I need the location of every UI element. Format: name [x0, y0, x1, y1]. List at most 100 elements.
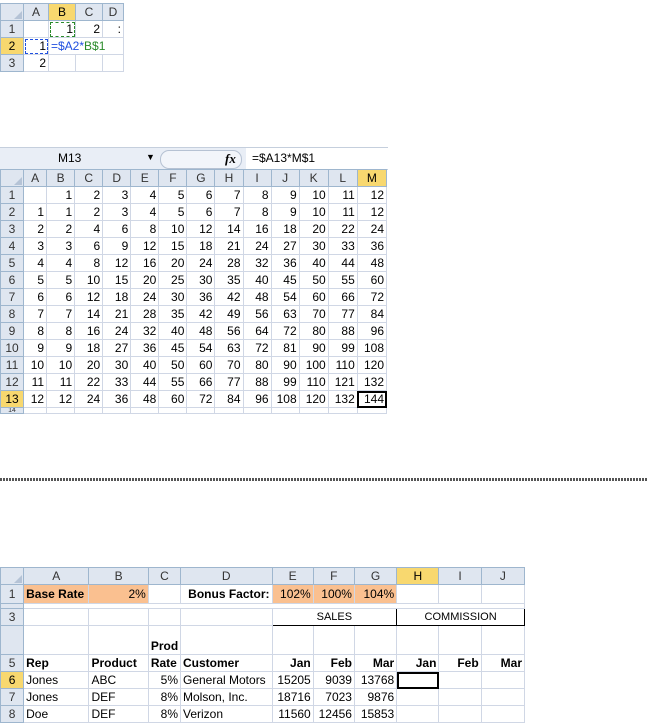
cell-d11[interactable]: 30	[102, 356, 132, 374]
cell-c12[interactable]: 22	[74, 373, 104, 391]
cell-row14[interactable]	[74, 407, 104, 414]
cell-d12[interactable]: 33	[102, 373, 132, 391]
cell-k6[interactable]: 50	[298, 271, 329, 289]
cell-k9[interactable]: 80	[298, 322, 329, 340]
cell-i12[interactable]: 88	[242, 373, 272, 391]
cell-l7[interactable]: 66	[327, 288, 358, 306]
cell-d1[interactable]: :	[102, 20, 124, 38]
column-header-i[interactable]: I	[438, 567, 482, 585]
cell-e5[interactable]: 16	[130, 254, 160, 272]
cell-row14[interactable]	[186, 407, 216, 414]
column-header-e[interactable]: E	[130, 169, 160, 187]
cell-j7[interactable]: 54	[270, 288, 300, 306]
cell-m3[interactable]: 24	[356, 220, 388, 238]
cell-b1[interactable]: 1	[46, 186, 76, 204]
cell-f10[interactable]: 45	[158, 339, 188, 357]
cell-g3[interactable]: 12	[186, 220, 216, 238]
name-box[interactable]: M13 ▼	[0, 148, 158, 169]
cell-a11[interactable]: 10	[23, 356, 48, 374]
commission-i-cell[interactable]	[438, 705, 482, 723]
cell-h13[interactable]: 84	[214, 390, 244, 408]
cell-f13[interactable]: 60	[158, 390, 188, 408]
cell-h11[interactable]: 70	[214, 356, 244, 374]
cell-a8[interactable]: 7	[23, 305, 48, 323]
cell-b9[interactable]: 8	[46, 322, 76, 340]
cell-f5[interactable]: 20	[158, 254, 188, 272]
row-header-11[interactable]: 11	[0, 356, 25, 374]
column-header-k[interactable]: K	[298, 169, 329, 187]
formula-bar-expander[interactable]: fx	[160, 150, 242, 169]
cell-c1[interactable]: 2	[74, 186, 104, 204]
cell-d5[interactable]: 12	[102, 254, 132, 272]
row-header-6[interactable]: 6	[0, 271, 25, 289]
select-all-corner[interactable]	[0, 169, 25, 187]
sales-mar-header[interactable]: Mar	[353, 654, 398, 672]
cell-j10[interactable]: 81	[270, 339, 300, 357]
row-header-5[interactable]: 5	[0, 654, 25, 672]
row-header-2[interactable]: 2	[0, 37, 24, 55]
cell-c4[interactable]: 6	[74, 237, 104, 255]
cell-h9[interactable]: 56	[214, 322, 244, 340]
cell-m7[interactable]: 72	[356, 288, 388, 306]
cell-m2[interactable]: 12	[356, 203, 388, 221]
cell-e1[interactable]: 4	[130, 186, 160, 204]
cell-row14[interactable]	[46, 407, 76, 414]
cell-f4[interactable]: 15	[158, 237, 188, 255]
cell-d4[interactable]: 9	[102, 237, 132, 255]
cell-h7[interactable]: 42	[214, 288, 244, 306]
cell-l13[interactable]: 132	[327, 390, 358, 408]
cell-f9[interactable]: 40	[158, 322, 188, 340]
cell-c13[interactable]: 24	[74, 390, 104, 408]
cell-g11[interactable]: 60	[186, 356, 216, 374]
column-header-j[interactable]: J	[480, 567, 526, 585]
column-header-f[interactable]: F	[312, 567, 355, 585]
cell-g8[interactable]: 42	[186, 305, 216, 323]
cell-l2[interactable]: 11	[327, 203, 358, 221]
cell-j4[interactable]: 27	[270, 237, 300, 255]
cell-d2[interactable]: 3	[102, 203, 132, 221]
cell-j9[interactable]: 72	[270, 322, 300, 340]
cell-row14[interactable]	[102, 407, 132, 414]
column-header-a[interactable]: A	[23, 3, 49, 21]
sales-feb-cell[interactable]: 7023	[312, 688, 355, 706]
column-header-a[interactable]: A	[23, 567, 90, 585]
cell-j1[interactable]: 9	[270, 186, 300, 204]
customer-cell[interactable]: Molson, Inc.	[179, 688, 273, 706]
cell-d6[interactable]: 15	[102, 271, 132, 289]
cell-g5[interactable]: 24	[186, 254, 216, 272]
cell-j6[interactable]: 45	[270, 271, 300, 289]
customer-cell[interactable]: Verizon	[179, 705, 273, 723]
bonus-factor-feb[interactable]: 100%	[312, 584, 355, 604]
formula-input[interactable]: =$A13*M$1	[246, 148, 388, 169]
cell-g10[interactable]: 54	[186, 339, 216, 357]
cell-a1[interactable]	[23, 186, 48, 204]
customer-cell[interactable]: General Motors	[179, 671, 273, 689]
cell-i4[interactable]: 24	[242, 237, 272, 255]
sales-mar-cell[interactable]: 15853	[353, 705, 398, 723]
rate-cell[interactable]: 8%	[147, 688, 181, 706]
cell-a3[interactable]: 2	[23, 54, 49, 72]
cell-c8[interactable]: 14	[74, 305, 104, 323]
base-rate-label[interactable]: Base Rate	[23, 584, 90, 604]
column-header-l[interactable]: L	[327, 169, 358, 187]
rate-cell[interactable]: 5%	[147, 671, 181, 689]
commission-jan-header[interactable]: Jan	[396, 654, 440, 672]
cell-h2[interactable]: 7	[214, 203, 244, 221]
commission-j-cell[interactable]	[480, 705, 526, 723]
column-header-f[interactable]: F	[158, 169, 188, 187]
cell-d7[interactable]: 18	[102, 288, 132, 306]
cell-c6[interactable]: 10	[74, 271, 104, 289]
cell-b10[interactable]: 9	[46, 339, 76, 357]
cell-d3[interactable]	[179, 608, 273, 626]
row-header-7[interactable]: 7	[0, 288, 25, 306]
cell-c5[interactable]: 8	[74, 254, 104, 272]
column-header-c[interactable]: C	[147, 567, 181, 585]
cell-l8[interactable]: 77	[327, 305, 358, 323]
row-header-6[interactable]: 6	[0, 671, 25, 689]
cell-e6[interactable]: 20	[130, 271, 160, 289]
cell-k11[interactable]: 100	[298, 356, 329, 374]
row-header-9[interactable]: 9	[0, 322, 25, 340]
product-header[interactable]: Product	[88, 654, 149, 672]
sales-mar-cell[interactable]: 9876	[353, 688, 398, 706]
rep-cell[interactable]: Jones	[23, 671, 90, 689]
